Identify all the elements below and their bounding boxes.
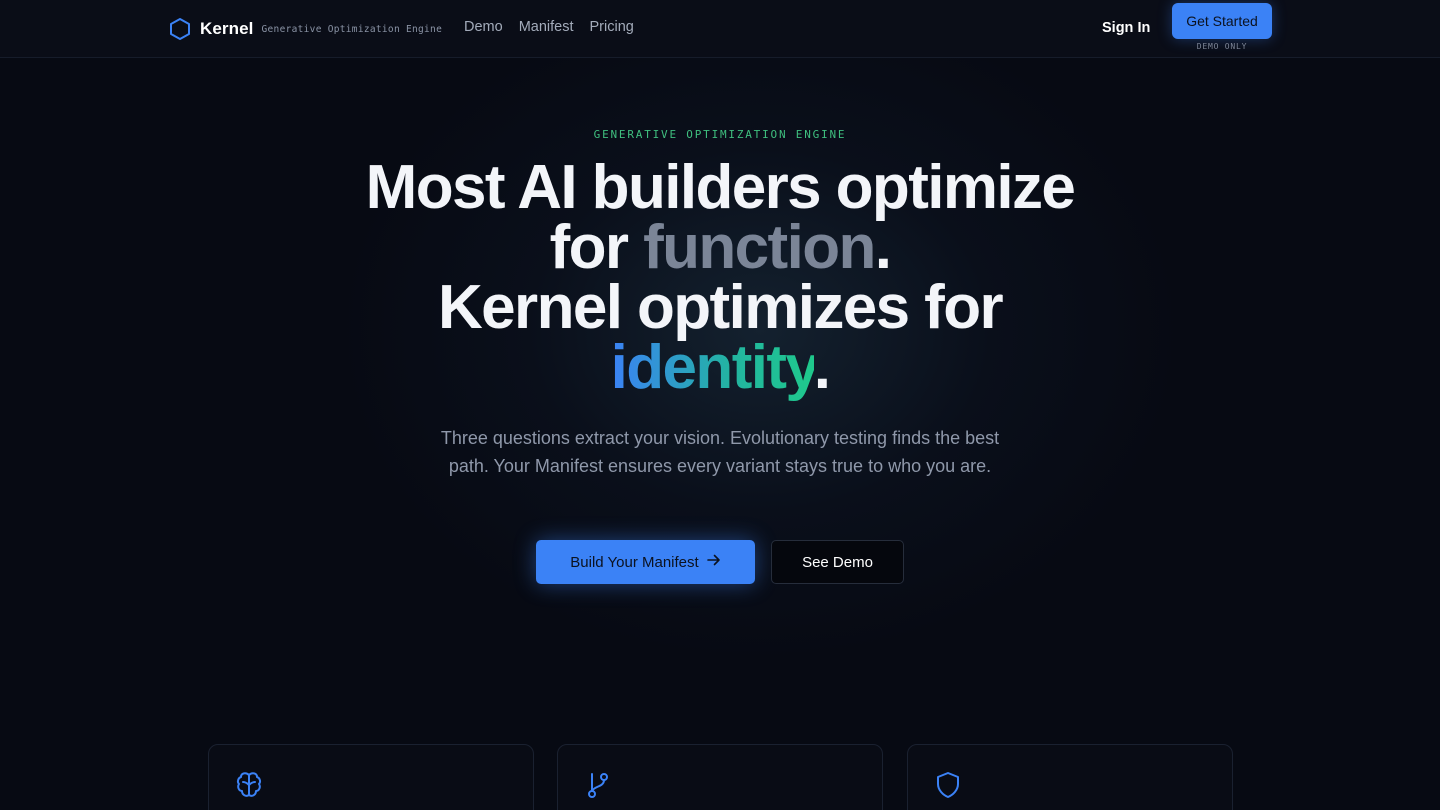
- see-demo-button[interactable]: See Demo: [771, 540, 904, 584]
- top-navigation-bar: Kernel Generative Optimization Engine De…: [0, 0, 1440, 58]
- build-manifest-label: Build Your Manifest: [570, 553, 699, 571]
- hero-subcopy: Three questions extract your vision. Evo…: [440, 428, 1000, 476]
- hero-eyebrow: GENERATIVE OPTIMIZATION ENGINE: [593, 128, 847, 141]
- nav-link-pricing[interactable]: Pricing: [590, 19, 634, 35]
- feature-card: [557, 744, 883, 810]
- hexagon-logo-icon: [169, 17, 191, 41]
- hero-headline: Most AI builders optimize for function. …: [320, 157, 1120, 399]
- headline-period-1: .: [874, 213, 892, 282]
- get-started-button[interactable]: Get Started: [1172, 3, 1272, 39]
- brand-name: Kernel: [200, 19, 254, 38]
- feature-card: [907, 744, 1233, 810]
- brand-tagline: Generative Optimization Engine: [261, 23, 443, 35]
- git-branch-icon: [582, 769, 614, 801]
- demo-only-label: DEMO ONLY: [1196, 42, 1248, 51]
- feature-card: [208, 744, 534, 810]
- headline-period-2: .: [813, 333, 831, 402]
- headline-identity-word: identity: [610, 333, 816, 402]
- headline-line-1: Most AI builders optimize: [365, 153, 1076, 222]
- headline-line-3: Kernel optimizes for: [438, 273, 1004, 342]
- build-manifest-button[interactable]: Build Your Manifest: [536, 540, 755, 584]
- landing-page: Kernel Generative Optimization Engine De…: [0, 0, 1440, 810]
- brand[interactable]: Kernel Generative Optimization Engine: [169, 17, 442, 41]
- shield-icon: [932, 769, 964, 801]
- nav-link-demo[interactable]: Demo: [464, 19, 503, 35]
- headline-function-word: function: [643, 213, 876, 282]
- arrow-right-icon: [706, 553, 721, 571]
- headline-for: for: [549, 213, 644, 282]
- brain-icon: [233, 769, 265, 801]
- main-nav: Demo Manifest Pricing: [464, 19, 634, 35]
- nav-link-manifest[interactable]: Manifest: [519, 19, 574, 35]
- sign-in-link[interactable]: Sign In: [1102, 20, 1150, 36]
